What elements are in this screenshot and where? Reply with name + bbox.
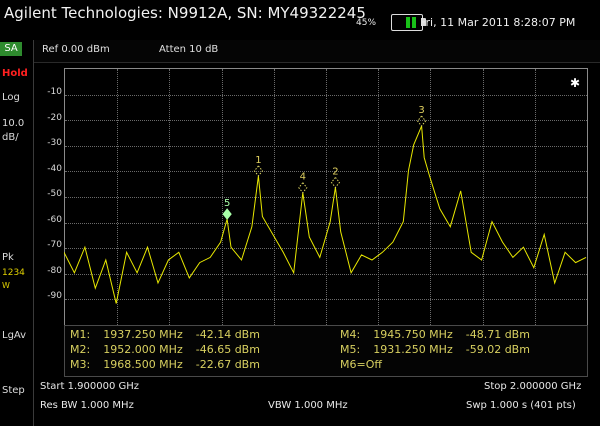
marker-row-m4: M4: 1945.750 MHz -48.71 dBm — [340, 328, 530, 341]
marker-diamond-1[interactable] — [253, 165, 264, 177]
marker-amp: -42.14 dBm — [195, 328, 260, 341]
marker-amp: -22.67 dBm — [195, 358, 260, 371]
mode-badge[interactable]: SA — [0, 42, 22, 56]
spectrum-plot: 1 2 3 4 5 — [64, 105, 587, 304]
marker-label-5: 5 — [224, 198, 230, 209]
y-tick-label: -20 — [47, 113, 62, 123]
marker-diamond-5[interactable] — [222, 208, 232, 220]
trace-numbers: 1234 — [2, 268, 25, 278]
marker-amp: -48.71 dBm — [465, 328, 530, 341]
start-freq[interactable]: Start 1.900000 GHz — [40, 381, 139, 392]
marker-freq: 1931.250 MHz — [373, 343, 453, 356]
stop-freq[interactable]: Stop 2.000000 GHz — [484, 381, 581, 392]
marker-label: M4: — [340, 328, 361, 341]
y-tick-label: -90 — [47, 291, 62, 301]
settings-bar — [34, 40, 600, 63]
y-tick-label: -40 — [47, 164, 62, 174]
spectrum-trace — [64, 125, 587, 304]
marker-label-1: 1 — [255, 155, 261, 166]
marker-freq: 1937.250 MHz — [103, 328, 183, 341]
marker-label: M1: — [70, 328, 91, 341]
marker-diamond-2[interactable] — [330, 176, 341, 189]
scale-type: Log — [2, 92, 20, 103]
marker-label: M3: — [70, 358, 91, 371]
marker-row-m6: M6=Off — [340, 358, 382, 371]
trace-state: W — [2, 281, 10, 290]
marker-label: M2: — [70, 343, 91, 356]
marker-label-2: 2 — [332, 166, 338, 177]
y-tick-label: -10 — [47, 87, 62, 97]
scale-unit: dB/ — [2, 132, 19, 143]
sweep-time[interactable]: Swp 1.000 s (401 pts) — [466, 400, 576, 411]
res-bw[interactable]: Res BW 1.000 MHz — [40, 400, 134, 411]
marker-diamond-3[interactable] — [416, 115, 427, 127]
marker-row-m5: M5: 1931.250 MHz -59.02 dBm — [340, 343, 530, 356]
battery-percent: 45% — [356, 18, 377, 28]
window-title: Agilent Technologies: N9912A, SN: MY4932… — [4, 4, 366, 22]
step-label[interactable]: Step — [2, 385, 25, 396]
y-tick-label: -80 — [47, 266, 62, 276]
detector: Pk — [2, 252, 14, 263]
marker-freq: 1952.000 MHz — [103, 343, 183, 356]
y-tick-label: -60 — [47, 215, 62, 225]
attenuation[interactable]: Atten 10 dB — [159, 44, 218, 55]
marker-row-m1: M1: 1937.250 MHz -42.14 dBm — [70, 328, 260, 341]
marker-label: M5: — [340, 343, 361, 356]
marker-amp: -46.65 dBm — [195, 343, 260, 356]
ref-level[interactable]: Ref 0.00 dBm — [42, 44, 110, 55]
marker-row-m2: M2: 1952.000 MHz -46.65 dBm — [70, 343, 260, 356]
y-tick-label: -50 — [47, 189, 62, 199]
battery-icon — [391, 14, 426, 31]
y-tick-label: -30 — [47, 138, 62, 148]
y-tick-label: -70 — [47, 240, 62, 250]
marker-freq: 1945.750 MHz — [373, 328, 453, 341]
scale-value: 10.0 — [2, 118, 25, 129]
vbw[interactable]: VBW 1.000 MHz — [268, 400, 348, 411]
datetime: Fri, 11 Mar 2011 8:28:07 PM — [420, 16, 576, 29]
marker-freq: 1968.500 MHz — [103, 358, 183, 371]
hold-indicator: Hold — [2, 68, 28, 79]
marker-label-3: 3 — [418, 105, 424, 116]
marker-label-4: 4 — [300, 172, 306, 183]
average-type: LgAv — [2, 330, 27, 341]
marker-diamond-4[interactable] — [298, 181, 308, 194]
star-icon: ✱ — [570, 76, 581, 90]
marker-amp: -59.02 dBm — [465, 343, 530, 356]
marker-row-m3: M3: 1968.500 MHz -22.67 dBm — [70, 358, 260, 371]
